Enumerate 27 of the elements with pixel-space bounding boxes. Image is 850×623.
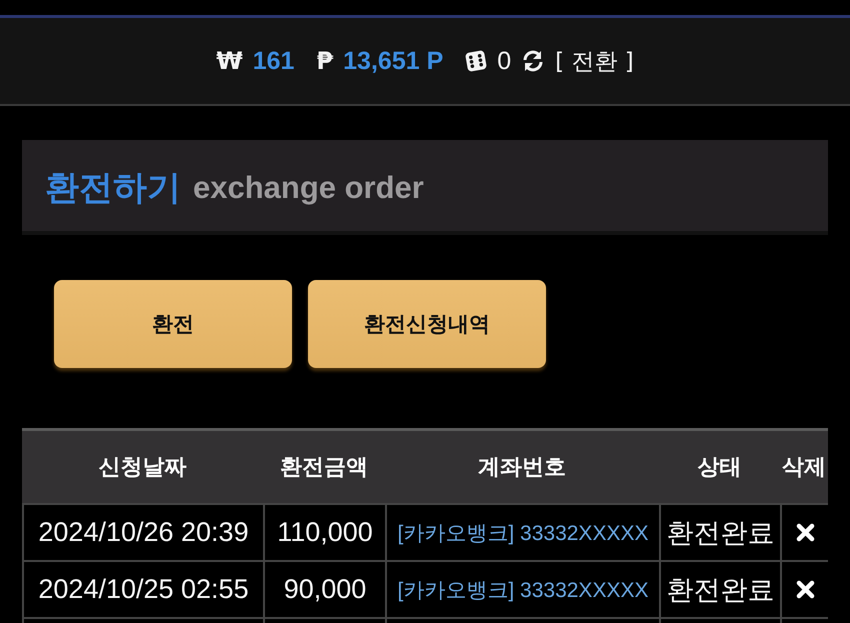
switch-link[interactable]: [ 전환 ] [555, 46, 634, 76]
column-header: 신청날짜 [98, 454, 188, 482]
column-header: 상태 [696, 454, 742, 482]
column-header: 계좌번호 [477, 454, 567, 482]
delete-icon[interactable] [796, 523, 814, 542]
page-subtitle: exchange order [193, 170, 424, 206]
dice-icon [465, 50, 488, 72]
tab-button[interactable]: 환전 [54, 280, 292, 368]
date-cell: 2024/10/25 02:55 [24, 562, 263, 617]
tab-button[interactable]: 환전신청내역 [308, 280, 546, 368]
page-title: 환전하기 [45, 166, 181, 210]
point-symbol: ₱ [316, 47, 334, 75]
date-cell: 2024/10/26 20:39 [24, 505, 263, 560]
amount-cell: 110,000 [265, 505, 385, 560]
status-cell: 환전완료 [661, 562, 780, 617]
account-cell: [카카오뱅크] 33332XXXXX [387, 562, 659, 617]
delete-icon[interactable] [796, 580, 814, 599]
column-header: 삭제 [781, 454, 827, 482]
point-balance: 13,651 P [343, 46, 444, 76]
refresh-icon[interactable] [521, 49, 546, 73]
cash-balance: 161 [252, 46, 294, 76]
dice-count: 0 [497, 46, 512, 76]
won-symbol: ₩ [216, 47, 243, 75]
column-header: 환전금액 [279, 454, 369, 482]
amount-cell: 90,000 [265, 562, 385, 617]
status-cell: 환전완료 [661, 505, 780, 560]
account-cell: [카카오뱅크] 33332XXXXX [387, 505, 659, 560]
